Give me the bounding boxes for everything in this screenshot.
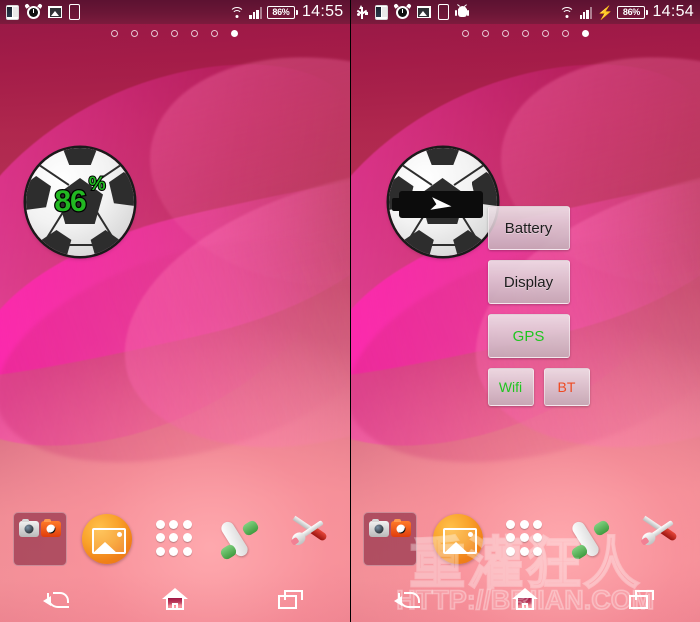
phone-icon	[6, 4, 19, 20]
battery-percent-value: 86	[53, 184, 88, 220]
dock-item-tools[interactable]	[283, 512, 337, 566]
recents-icon	[278, 589, 304, 610]
dock-item-gallery[interactable]	[431, 512, 485, 566]
dock-item-app-drawer[interactable]	[148, 512, 202, 566]
wifi-button-label: Wifi	[498, 379, 523, 395]
dock-item-gallery[interactable]	[80, 512, 134, 566]
status-bar[interactable]: 86% 14:55	[0, 0, 350, 24]
alarm-clock-icon	[24, 2, 43, 20]
navigation-bar-left	[0, 575, 350, 622]
dock-item-camera-folder[interactable]	[363, 512, 418, 566]
dock-left	[0, 503, 350, 575]
page-indicator-right[interactable]	[351, 30, 700, 37]
tools-icon	[283, 512, 337, 566]
home-icon	[512, 587, 539, 610]
back-icon	[43, 589, 70, 608]
dock-item-tools[interactable]	[633, 512, 687, 566]
android-robot-icon	[455, 3, 469, 19]
clock-label: 14:55	[301, 3, 344, 20]
bt-button-label: BT	[557, 379, 576, 395]
battery-percent-symbol: %	[88, 173, 107, 196]
image-icon	[48, 6, 62, 18]
soccer-ball-battery-widget[interactable]: 86 %	[26, 148, 134, 256]
alarm-clock-icon	[392, 2, 412, 20]
widget-action-panel: Battery Display GPS Wifi BT	[487, 206, 590, 406]
display-button[interactable]: Display	[487, 260, 570, 304]
recents-button[interactable]	[263, 579, 319, 619]
back-button[interactable]	[30, 579, 86, 619]
wifi-icon	[559, 6, 575, 19]
back-icon	[393, 589, 420, 608]
dock-item-phone[interactable]	[215, 512, 269, 566]
device-icon	[69, 4, 80, 20]
dock-right	[351, 503, 700, 575]
status-bar-left-icons	[6, 2, 80, 20]
phone-handset-icon	[566, 512, 620, 566]
wifi-button[interactable]: Wifi	[487, 368, 534, 406]
back-button[interactable]	[381, 579, 437, 619]
dock-item-app-drawer[interactable]	[498, 512, 552, 566]
app-drawer-icon	[498, 512, 550, 564]
battery-icon: 86%	[617, 5, 649, 19]
status-bar-left-icons	[356, 2, 469, 20]
dual-screenshot-container: 86% 14:55 86 % ⚡ 86% 14:54 ➤ Battery Dis…	[0, 0, 700, 622]
phone-icon	[374, 4, 388, 20]
battery-button-label: Battery	[504, 219, 553, 237]
battery-button[interactable]: Battery	[487, 206, 570, 250]
phone-handset-icon	[215, 512, 269, 566]
gps-button[interactable]: GPS	[487, 314, 570, 358]
home-button[interactable]	[497, 579, 553, 619]
home-button[interactable]	[147, 579, 203, 619]
clock-label: 14:54	[652, 3, 694, 20]
device-icon	[437, 4, 449, 20]
battery-percent-display: 86 %	[26, 148, 134, 256]
recents-button[interactable]	[614, 579, 670, 619]
status-bar[interactable]: ⚡ 86% 14:54	[350, 0, 700, 24]
phone-screen-right: ⚡ 86% 14:54 ➤ Battery Display GPS Wifi B…	[350, 0, 700, 622]
signal-bars-icon	[579, 6, 593, 19]
dock-item-camera-folder[interactable]	[12, 512, 67, 566]
charging-battery-indicator: ➤	[391, 191, 483, 218]
home-icon	[161, 587, 188, 610]
lightning-bolt-icon: ➤	[426, 191, 455, 218]
navigation-bar-right	[350, 575, 700, 622]
image-icon	[416, 6, 431, 18]
bt-button[interactable]: BT	[543, 368, 590, 406]
tools-icon	[633, 512, 687, 566]
battery-percent-label: 86%	[622, 6, 641, 17]
battery-percent-label: 86%	[272, 6, 290, 17]
battery-icon: 86%	[266, 5, 298, 19]
signal-bars-icon	[249, 6, 262, 19]
folder-camera-icon	[363, 512, 418, 566]
app-drawer-icon	[148, 512, 200, 564]
gps-button-label: GPS	[512, 327, 545, 345]
status-bar-right-icons: ⚡ 86% 14:54	[559, 3, 694, 21]
status-bar-right-icons: 86% 14:55	[229, 3, 343, 21]
usb-icon	[356, 4, 368, 20]
gallery-icon	[82, 514, 133, 564]
lightning-bolt-icon: ⚡	[597, 4, 614, 20]
wifi-icon	[229, 6, 245, 19]
toggle-row: Wifi BT	[487, 368, 590, 406]
gallery-icon	[432, 514, 483, 564]
recents-icon	[628, 589, 655, 610]
phone-screen-left: 86% 14:55 86 %	[0, 0, 351, 622]
dock-item-phone[interactable]	[566, 512, 620, 566]
page-indicator-left[interactable]	[0, 30, 350, 37]
folder-camera-icon	[12, 512, 67, 566]
display-button-label: Display	[503, 273, 554, 291]
soccer-ball-battery-widget[interactable]: ➤	[388, 148, 497, 256]
